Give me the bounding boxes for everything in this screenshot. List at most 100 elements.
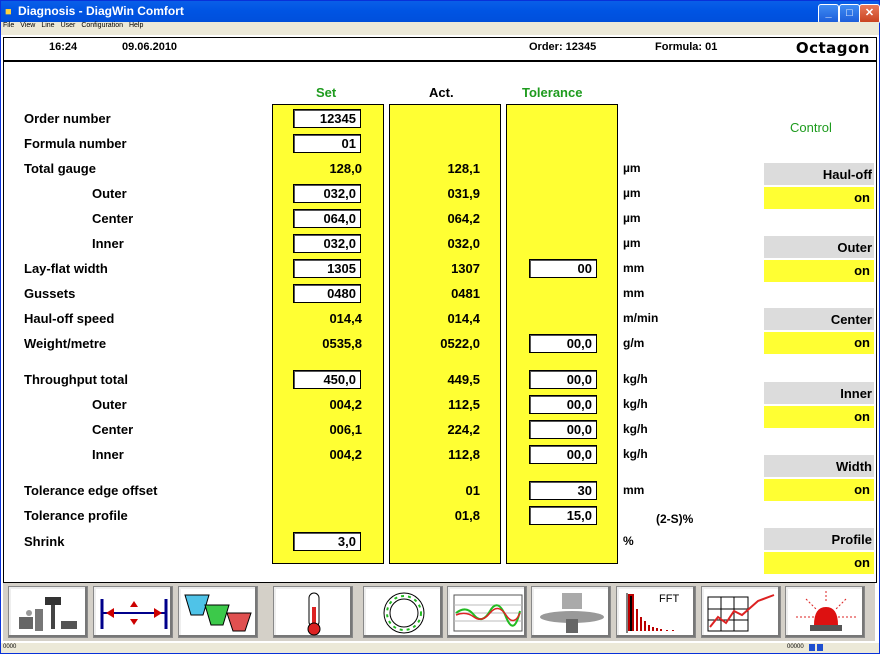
control-toggle-haul-off[interactable]: Haul-off: [764, 163, 874, 185]
tolerance-input[interactable]: 15,0: [529, 506, 597, 525]
unit-label: g/m: [623, 336, 645, 350]
unit-label: kg/h: [623, 372, 648, 386]
actual-value: 224,2: [447, 422, 480, 437]
control-state[interactable]: on: [764, 479, 874, 501]
window-title: Diagnosis - DiagWin Comfort: [18, 4, 184, 18]
control-state[interactable]: on: [764, 187, 874, 209]
close-button[interactable]: ✕: [859, 4, 880, 24]
die-button[interactable]: [363, 586, 443, 638]
hoppers-icon: [184, 594, 252, 632]
dosing-button[interactable]: [178, 586, 258, 638]
unit-label: µm: [623, 161, 641, 175]
actual-value: 112,5: [448, 397, 480, 412]
thermometer-icon: [307, 592, 321, 636]
control-state[interactable]: on: [764, 406, 874, 428]
unit-label: µm: [623, 211, 641, 225]
maximize-button[interactable]: □: [839, 4, 860, 24]
machine-overview-button[interactable]: [8, 586, 88, 638]
control-state[interactable]: on: [764, 332, 874, 354]
tolerance-input[interactable]: 00,0: [529, 445, 597, 464]
set-value: 128,0: [329, 161, 362, 176]
temperature-button[interactable]: [273, 586, 353, 638]
set-value-input[interactable]: 12345: [293, 109, 361, 128]
app-icon: ■: [5, 6, 12, 18]
tolerance-input[interactable]: 00,0: [529, 370, 597, 389]
unit-label: kg/h: [623, 422, 648, 436]
tolerance-input[interactable]: 00,0: [529, 334, 597, 353]
unit-label: (2-S)%: [656, 512, 694, 526]
actual-value: 014,4: [447, 311, 480, 326]
menu-item[interactable]: Configuration: [81, 22, 123, 29]
control-state[interactable]: on: [764, 260, 874, 282]
actual-value: 0481: [451, 286, 480, 301]
die-ring-icon: [383, 592, 425, 634]
set-value-input[interactable]: 1305: [293, 259, 361, 278]
control-toggle-center[interactable]: Center: [764, 308, 874, 330]
set-value-input[interactable]: 032,0: [293, 234, 361, 253]
control-toggle-outer[interactable]: Outer: [764, 236, 874, 258]
trend-chart-icon: [707, 594, 775, 632]
set-value-input[interactable]: 3,0: [293, 532, 361, 551]
width-arrows-icon: [100, 599, 168, 629]
tolerance-input[interactable]: 00,0: [529, 395, 597, 414]
fft-spectrum-icon: [626, 593, 674, 633]
set-value-input[interactable]: 01: [293, 134, 361, 153]
alarm-button[interactable]: [785, 586, 865, 638]
set-value-input[interactable]: 450,0: [293, 370, 361, 389]
menu-bar: File View Line User Configuration Help: [1, 22, 879, 35]
control-state[interactable]: on: [764, 552, 874, 574]
control-toggle-width[interactable]: Width: [764, 455, 874, 477]
actual-value: 031,9: [447, 186, 480, 201]
tolerance-input[interactable]: 30: [529, 481, 597, 500]
row-label: Inner: [92, 447, 124, 462]
status-right: 00000: [787, 644, 804, 650]
row-label: Lay-flat width: [24, 261, 108, 276]
width-button[interactable]: [93, 586, 173, 638]
unit-label: mm: [623, 261, 645, 275]
control-toggle-profile[interactable]: Profile: [764, 528, 874, 550]
menu-item[interactable]: File: [3, 22, 14, 29]
actual-value: 112,8: [448, 447, 480, 462]
set-value: 0535,8: [322, 336, 362, 351]
extruder-line-icon: [19, 597, 77, 631]
winder-button[interactable]: [531, 586, 611, 638]
menu-item[interactable]: Line: [41, 22, 54, 29]
control-toggle-inner[interactable]: Inner: [764, 382, 874, 404]
unit-label: mm: [623, 286, 645, 300]
profile-graph-icon: [453, 594, 523, 632]
status-indicator: [817, 644, 823, 651]
row-label: Gussets: [24, 286, 76, 301]
order-display: Order: 12345: [529, 41, 597, 53]
set-value: 004,2: [329, 447, 362, 462]
menu-item[interactable]: View: [20, 22, 35, 29]
row-label: Order number: [24, 111, 111, 126]
set-value-input[interactable]: 064,0: [293, 209, 361, 228]
set-value-input[interactable]: 032,0: [293, 184, 361, 203]
row-label: Center: [92, 211, 134, 226]
menu-item[interactable]: User: [61, 22, 76, 29]
film-roll-icon: [540, 593, 604, 633]
tolerance-input[interactable]: 00: [529, 259, 597, 278]
unit-label: kg/h: [623, 397, 648, 411]
actual-value: 064,2: [447, 211, 480, 226]
formula-display: Formula: 01: [655, 41, 718, 53]
trend-button[interactable]: [701, 586, 781, 638]
unit-label: µm: [623, 186, 641, 200]
actual-value: 128,1: [447, 161, 480, 176]
row-label: Throughput total: [24, 372, 128, 387]
set-value: 014,4: [329, 311, 362, 326]
actual-value: 032,0: [447, 236, 480, 251]
menu-item[interactable]: Help: [129, 22, 143, 29]
row-label: Weight/metre: [24, 336, 107, 351]
octagon-logo: Octagon: [795, 39, 870, 57]
row-label: Tolerance edge offset: [24, 483, 158, 498]
actual-value: 1307: [451, 261, 480, 276]
minimize-button[interactable]: _: [818, 4, 839, 24]
set-value-input[interactable]: 0480: [293, 284, 361, 303]
fft-button[interactable]: FFT: [616, 586, 696, 638]
tolerance-input[interactable]: 00,0: [529, 420, 597, 439]
profile-chart-button[interactable]: [447, 586, 527, 638]
row-label: Shrink: [24, 534, 65, 549]
actual-value: 01,8: [454, 508, 480, 523]
row-label: Total gauge: [24, 161, 96, 176]
